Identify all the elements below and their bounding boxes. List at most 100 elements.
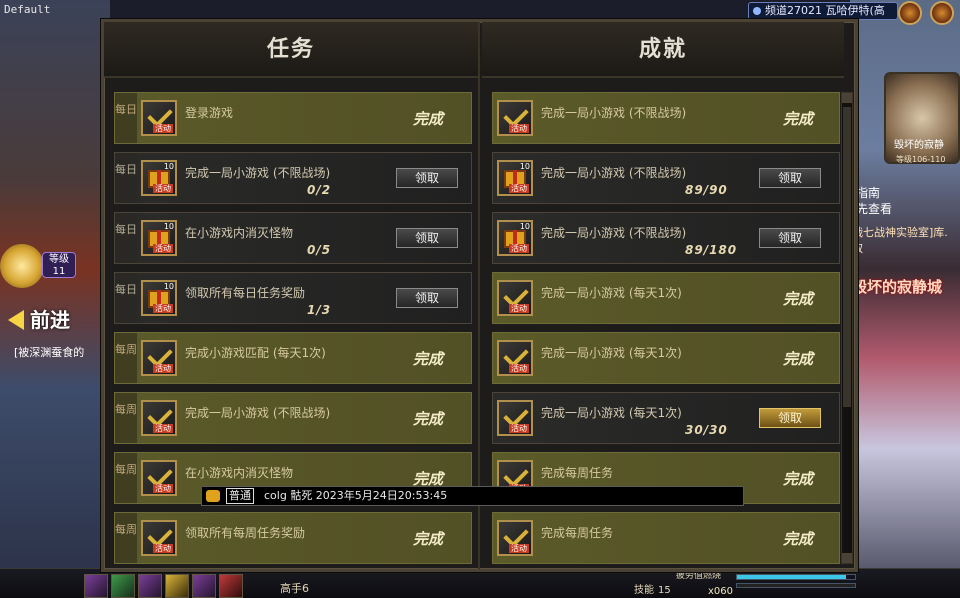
gift-icon: 10 活动 bbox=[497, 160, 533, 196]
arrow-left-icon bbox=[8, 310, 24, 330]
settings-orb-button[interactable] bbox=[898, 1, 922, 25]
complete-label: 完成 bbox=[783, 530, 814, 548]
chat-channel[interactable]: 普通 bbox=[226, 488, 254, 504]
scroll-thumb[interactable] bbox=[843, 107, 851, 407]
claim-button[interactable]: 领取 bbox=[396, 168, 458, 188]
icon-count: 10 bbox=[163, 282, 174, 291]
gift-icon: 10 活动 bbox=[497, 220, 533, 256]
icon-tag: 活动 bbox=[153, 424, 173, 433]
check-icon: 活动 bbox=[497, 400, 533, 436]
channel-name: 频道27021 瓦哈伊特(高 bbox=[765, 4, 885, 17]
icon-count: 10 bbox=[519, 222, 530, 231]
scroll-down-button[interactable] bbox=[842, 553, 852, 563]
row-progress: 0/2 bbox=[307, 183, 332, 197]
row-title: 完成一局小游戏 (不限战场) bbox=[541, 166, 687, 180]
skill-label[interactable]: 技能 bbox=[634, 581, 654, 596]
row-title: 完成每周任务 bbox=[541, 466, 614, 480]
check-icon: 活动 bbox=[141, 100, 177, 136]
check-icon: 活动 bbox=[141, 460, 177, 496]
claim-button[interactable]: 领取 bbox=[759, 408, 821, 428]
player-level-value: 11 bbox=[52, 266, 66, 277]
quest-tracker-item[interactable]: [被深渊蚕食的 bbox=[14, 344, 84, 360]
row-title: 完成每周任务 bbox=[541, 526, 614, 540]
row-title: 完成一局小游戏 (不限战场) bbox=[185, 166, 331, 180]
icon-tag: 活动 bbox=[509, 124, 529, 133]
guide-text[interactable]: 指南 先查看 bbox=[856, 185, 892, 217]
icon-tag: 活动 bbox=[509, 424, 529, 433]
player-level-badge: 等级 11 bbox=[42, 252, 76, 278]
achievement-row: 10 活动 完成一局小游戏 (不限战场) 89/180 领取 bbox=[492, 212, 840, 264]
complete-label: 完成 bbox=[783, 470, 814, 488]
period-label: 每周 bbox=[115, 453, 137, 503]
icon-tag: 活动 bbox=[153, 364, 173, 373]
forward-button[interactable]: 前进 bbox=[4, 306, 94, 334]
gift-icon: 10 活动 bbox=[141, 220, 177, 256]
complete-label: 完成 bbox=[413, 530, 444, 548]
complete-label: 完成 bbox=[783, 350, 814, 368]
skill-slot[interactable] bbox=[84, 574, 108, 598]
check-icon: 活动 bbox=[497, 520, 533, 556]
gold-orb-icon[interactable] bbox=[0, 244, 44, 288]
row-title: 完成一局小游戏 (不限战场) bbox=[541, 106, 687, 120]
row-title: 完成小游戏匹配 (每天1次) bbox=[185, 346, 326, 360]
check-icon: 活动 bbox=[141, 400, 177, 436]
chat-message: colg 骷死 2023年5月24日20:53:45 bbox=[264, 489, 448, 502]
dungeon-card[interactable]: 毁坏的寂静 等级106-110 bbox=[884, 72, 960, 164]
mp-bar bbox=[736, 583, 856, 588]
complete-label: 完成 bbox=[413, 350, 444, 368]
skill-slot[interactable] bbox=[138, 574, 162, 598]
icon-tag: 活动 bbox=[509, 304, 529, 313]
claim-button[interactable]: 领取 bbox=[396, 288, 458, 308]
icon-tag: 活动 bbox=[153, 304, 173, 313]
claim-button[interactable]: 领取 bbox=[759, 168, 821, 188]
icon-tag: 活动 bbox=[509, 544, 529, 553]
row-title: 完成一局小游戏 (每天1次) bbox=[541, 286, 682, 300]
multiplier-text: x060 bbox=[708, 586, 734, 597]
row-title: 完成一局小游戏 (每天1次) bbox=[541, 346, 682, 360]
rank-label: 高手6 bbox=[280, 582, 309, 595]
icon-count: 10 bbox=[163, 162, 174, 171]
quest-item-text[interactable]: 战七战神实验室]库. 取 bbox=[852, 224, 948, 256]
achievement-row: 活动 完成每周任务 完成 bbox=[492, 512, 840, 564]
task-row: 每周 活动 完成一局小游戏 (不限战场) 完成 bbox=[114, 392, 472, 444]
claim-button[interactable]: 领取 bbox=[396, 228, 458, 248]
claim-button[interactable]: 领取 bbox=[759, 228, 821, 248]
skill-bar bbox=[84, 572, 684, 598]
icon-count: 10 bbox=[519, 162, 530, 171]
skill-slot[interactable] bbox=[111, 574, 135, 598]
icon-tag: 活动 bbox=[153, 544, 173, 553]
chat-icon bbox=[206, 490, 220, 502]
scene-left-background bbox=[0, 0, 110, 598]
dungeon-name: 毁坏的寂静 bbox=[894, 140, 944, 151]
quest-item-line-1: 战七战神实验室]库. bbox=[852, 226, 948, 239]
chat-line[interactable]: 普通 colg 骷死 2023年5月24日20:53:45 bbox=[201, 486, 744, 506]
row-title: 完成一局小游戏 (每天1次) bbox=[541, 406, 682, 420]
period-label: 每日 bbox=[115, 213, 137, 263]
skill-points: 15 bbox=[658, 585, 671, 596]
menu-orb-button[interactable] bbox=[930, 1, 954, 25]
period-label: 每周 bbox=[115, 393, 137, 443]
player-level-label: 等级 bbox=[49, 254, 69, 265]
achievement-row: 活动 完成一局小游戏 (不限战场) 完成 bbox=[492, 92, 840, 144]
task-row: 每日 活动 登录游戏 完成 bbox=[114, 92, 472, 144]
task-row: 每周 活动 领取所有每周任务奖励 完成 bbox=[114, 512, 472, 564]
fatigue-fill bbox=[737, 575, 846, 579]
scroll-up-button[interactable] bbox=[842, 93, 852, 103]
row-title: 在小游戏内消灭怪物 bbox=[185, 226, 294, 240]
dungeon-level: 等级106-110 bbox=[896, 155, 946, 164]
period-label: 每周 bbox=[115, 513, 137, 563]
skill-slot[interactable] bbox=[219, 574, 243, 598]
period-label: 每日 bbox=[115, 93, 137, 143]
row-title: 完成一局小游戏 (不限战场) bbox=[541, 226, 687, 240]
scrollbar[interactable] bbox=[841, 92, 853, 564]
task-row: 每周 活动 完成小游戏匹配 (每天1次) 完成 bbox=[114, 332, 472, 384]
icon-tag: 活动 bbox=[509, 364, 529, 373]
skill-slot[interactable] bbox=[192, 574, 216, 598]
skill-slot[interactable] bbox=[165, 574, 189, 598]
row-progress: 30/30 bbox=[685, 423, 728, 437]
achievement-row: 10 活动 完成一局小游戏 (不限战场) 89/90 领取 bbox=[492, 152, 840, 204]
row-title: 领取所有每日任务奖励 bbox=[185, 286, 306, 300]
forward-label: 前进 bbox=[30, 308, 70, 332]
channel-indicator[interactable]: 频道27021 瓦哈伊特(高 bbox=[748, 2, 898, 20]
complete-label: 完成 bbox=[783, 110, 814, 128]
